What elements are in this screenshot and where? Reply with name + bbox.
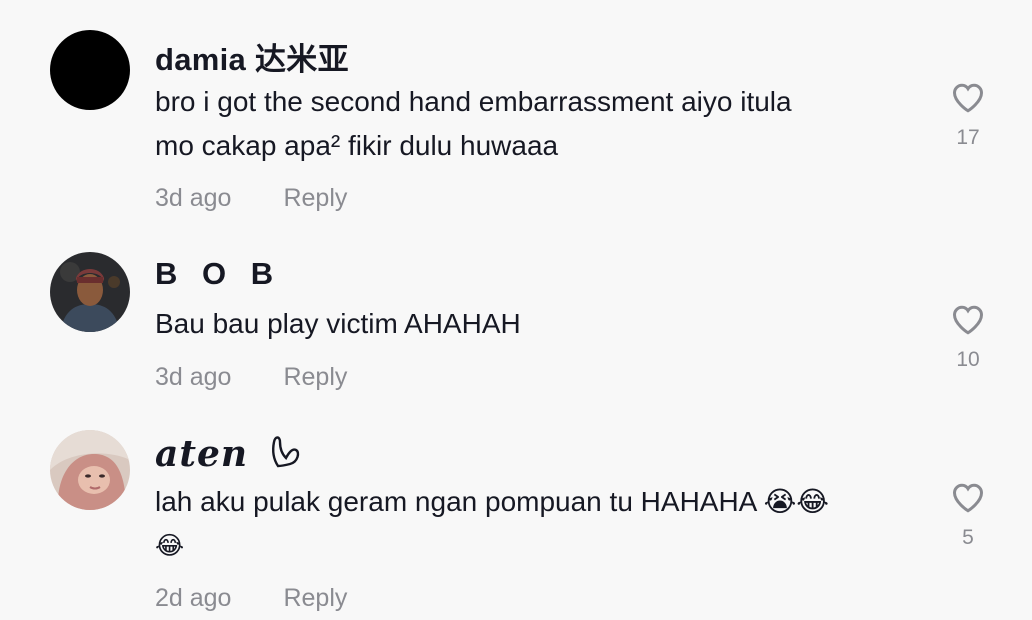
comment-text: Bau bau play victim AHAHAH — [155, 302, 915, 346]
avatar[interactable] — [50, 252, 130, 332]
comment-text: lah aku pulak geram ngan pompuan tu HAHA… — [155, 480, 915, 568]
heart-outline-icon — [268, 432, 302, 479]
comment-item: B O B Bau bau play victim AHAHAH 3d ago R… — [0, 230, 1032, 420]
like-button[interactable]: 5 — [948, 480, 988, 550]
comment-text-line: lah aku pulak geram ngan pompuan tu HAHA… — [155, 486, 830, 517]
comment-text-line: bro i got the second hand embarrassment … — [155, 86, 792, 117]
comment-time: 2d ago — [155, 584, 232, 612]
comment-text-line: mo cakap apa² fikir dulu huwaaa — [155, 130, 559, 161]
comment-meta: 3d ago Reply — [155, 363, 347, 392]
like-count: 5 — [962, 526, 974, 549]
heart-icon[interactable] — [948, 80, 988, 116]
heart-icon[interactable] — [948, 480, 988, 516]
comment-item: damia 达米亚 bro i got the second hand emba… — [0, 0, 1032, 230]
comment-username[interactable]: damia 达米亚 — [155, 34, 349, 79]
comment-item: aten lah aku pulak geram ngan pompuan tu… — [0, 420, 1032, 620]
comment-meta: 3d ago Reply — [155, 184, 347, 213]
like-count: 17 — [956, 126, 980, 149]
reply-button[interactable]: Reply — [283, 363, 347, 391]
reply-button[interactable]: Reply — [283, 584, 347, 612]
comment-time: 3d ago — [155, 184, 232, 212]
comment-list: damia 达米亚 bro i got the second hand emba… — [0, 0, 1032, 620]
like-count: 10 — [956, 348, 980, 371]
username-text: aten — [155, 433, 249, 475]
reply-button[interactable]: Reply — [283, 184, 347, 212]
avatar[interactable] — [50, 30, 130, 110]
heart-icon[interactable] — [948, 302, 988, 338]
comment-time: 3d ago — [155, 363, 232, 391]
comment-meta: 2d ago Reply — [155, 584, 347, 613]
comment-text-line: 😂 — [155, 531, 185, 560]
like-button[interactable]: 10 — [948, 302, 988, 372]
comment-username[interactable]: aten — [155, 432, 302, 479]
comment-text-line: Bau bau play victim AHAHAH — [155, 308, 521, 339]
like-button[interactable]: 17 — [948, 80, 988, 150]
avatar[interactable] — [50, 430, 130, 510]
comment-text: bro i got the second hand embarrassment … — [155, 80, 915, 168]
comment-username[interactable]: B O B — [155, 256, 281, 292]
